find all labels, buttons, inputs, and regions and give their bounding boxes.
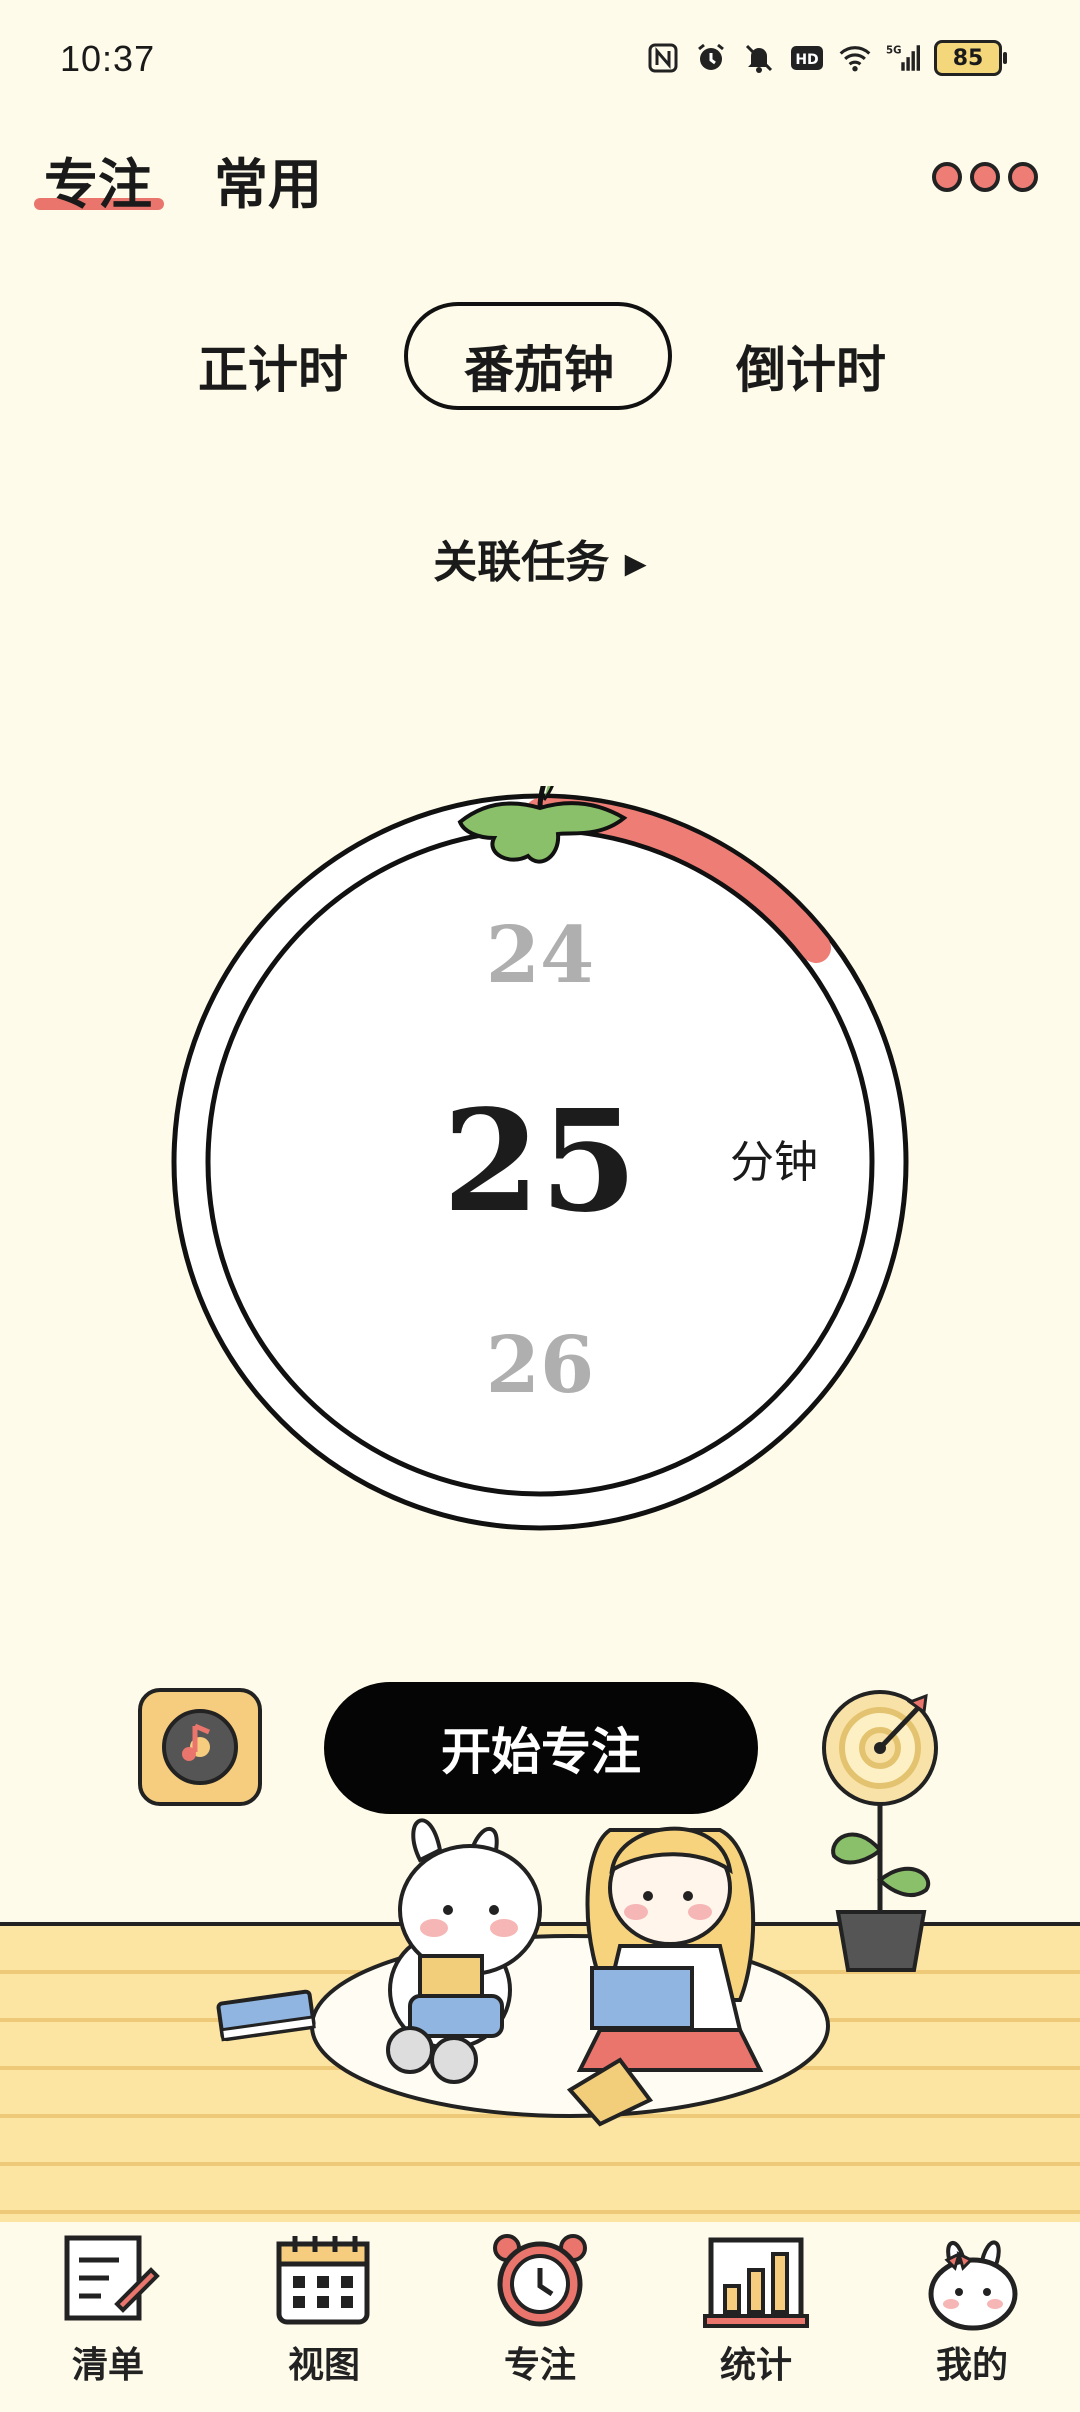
linked-task-button[interactable]: 关联任务 ▸ — [0, 526, 1080, 590]
wifi-icon — [838, 41, 872, 75]
timer-value[interactable]: 25 — [0, 1080, 1080, 1244]
svg-text:HD: HD — [795, 52, 818, 68]
bar-chart-icon — [703, 2237, 809, 2328]
nav-item-profile[interactable]: 我的 — [864, 2222, 1080, 2412]
nav-label-list: 清单 — [71, 2344, 144, 2386]
nav-item-stats[interactable]: 统计 — [648, 2222, 864, 2412]
bottom-navigation: 清单 视图 专注 统计 我的 — [0, 2222, 1080, 2412]
hd-icon: HD — [790, 41, 824, 75]
music-button[interactable] — [138, 1688, 262, 1806]
battery-indicator: 85 — [934, 40, 1007, 76]
bunny-avatar-icon — [928, 2240, 1018, 2331]
mute-icon — [742, 41, 776, 75]
nav-item-focus[interactable]: 专注 — [432, 2222, 648, 2412]
tab-common[interactable]: 常用 — [214, 140, 322, 219]
mode-countdown[interactable]: 倒计时 — [736, 330, 886, 402]
more-menu-button[interactable] — [932, 162, 1038, 192]
more-dot-icon — [1008, 162, 1038, 192]
svg-text:5G: 5G — [886, 46, 901, 57]
nav-label-view: 视图 — [287, 2344, 360, 2386]
nav-label-focus: 专注 — [503, 2344, 576, 2386]
status-time: 10:37 — [60, 38, 156, 79]
5g-signal-icon: 5G — [886, 41, 920, 75]
checklist-icon — [64, 2235, 160, 2321]
status-icons: HD 5G 85 — [646, 40, 1007, 76]
nav-item-list[interactable]: 清单 — [0, 2222, 216, 2412]
calendar-icon — [276, 2236, 370, 2325]
nav-label-stats: 统计 — [719, 2344, 792, 2386]
more-dot-icon — [970, 162, 1000, 192]
timer-unit: 分钟 — [730, 1137, 818, 1188]
tab-focus[interactable]: 专注 — [44, 140, 152, 219]
timer-prev-value: 24 — [485, 910, 595, 1001]
more-dot-icon — [932, 162, 962, 192]
mode-pomodoro[interactable]: 番茄钟 — [464, 330, 614, 402]
alarm-clock-icon — [493, 2234, 587, 2327]
nfc-icon — [646, 41, 680, 75]
alarm-icon — [694, 41, 728, 75]
nav-label-profile: 我的 — [935, 2344, 1008, 2386]
timer-next-value: 26 — [485, 1320, 595, 1411]
mode-count-up[interactable]: 正计时 — [198, 330, 348, 402]
start-focus-button[interactable]: 开始专注 — [324, 1682, 758, 1814]
nav-item-view[interactable]: 视图 — [216, 2222, 432, 2412]
goal-target-button[interactable] — [814, 1680, 954, 1982]
music-record-icon — [162, 1709, 238, 1785]
